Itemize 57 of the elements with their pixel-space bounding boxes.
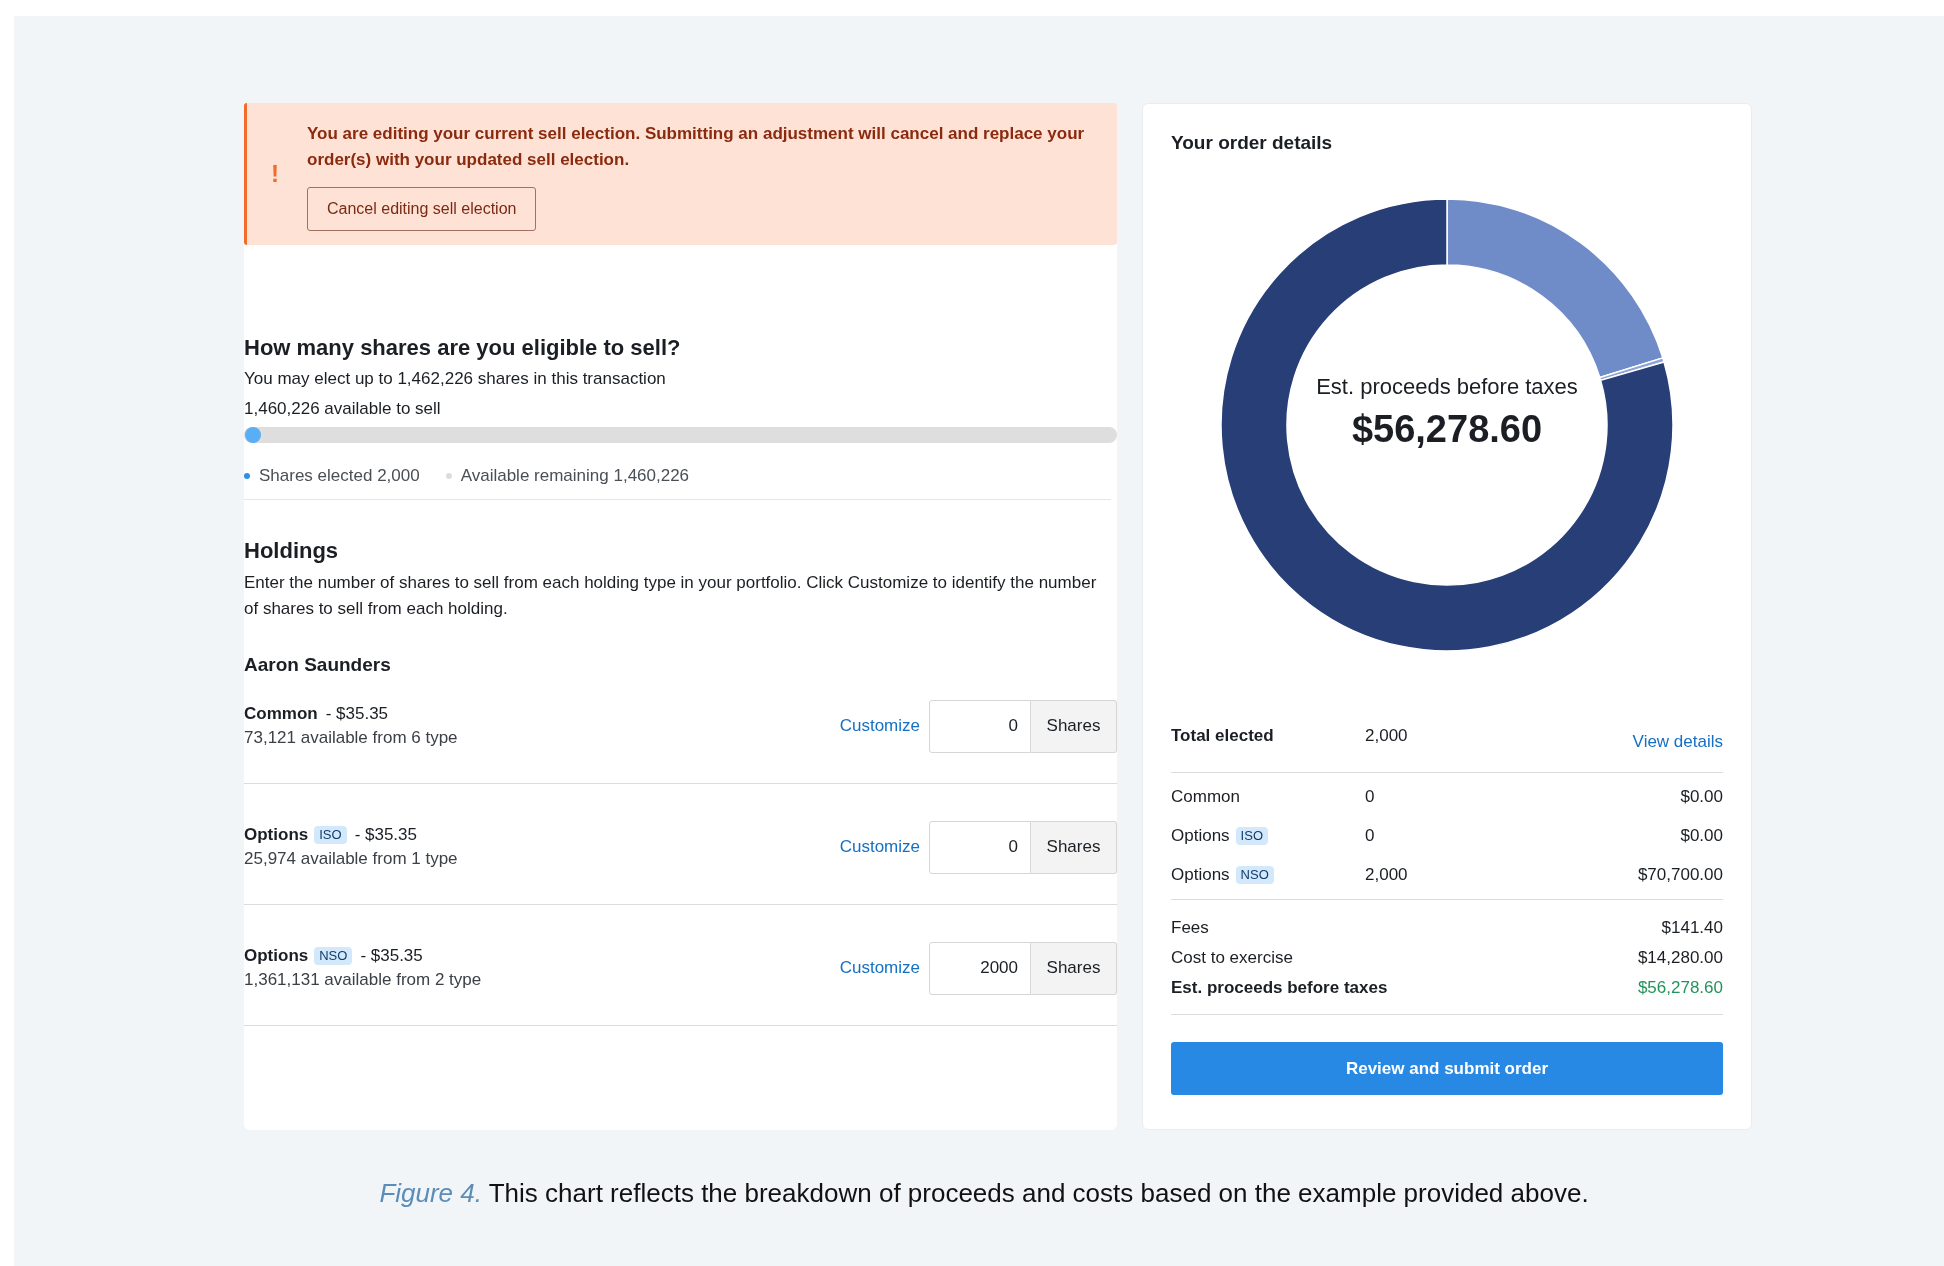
total-value: 2,000 — [1365, 725, 1409, 747]
line-label: Common — [1171, 786, 1240, 809]
holding-price: - $35.35 — [325, 703, 389, 725]
submit-button[interactable]: Review and submit order — [1171, 1042, 1723, 1095]
customize-link[interactable]: Customize — [839, 713, 920, 739]
line-label: Options — [1171, 864, 1230, 887]
unit-label: Shares — [1031, 820, 1117, 874]
owner-name: Aaron Saunders — [244, 652, 392, 677]
shares-input[interactable]: 0 — [929, 820, 1031, 874]
cancel-button[interactable]: Cancel editing sell election — [307, 187, 537, 231]
unit-label: Shares — [1031, 941, 1117, 995]
customize-link[interactable]: Customize — [839, 955, 920, 981]
line-label: Options — [1171, 825, 1230, 848]
donut-center-value: $56,278.60 — [1351, 407, 1543, 452]
donut-center-label: Est. proceeds before taxes — [1316, 373, 1578, 401]
legend-label: Available remaining 1,460,226 — [460, 465, 690, 487]
line-shares: 0 — [1365, 786, 1376, 809]
line-shares: 2,000 — [1365, 864, 1409, 887]
type-tag: ISO — [1235, 827, 1268, 845]
type-tag: NSO — [314, 947, 353, 965]
panel-title: Your order details — [1171, 131, 1334, 155]
type-tag: NSO — [1235, 866, 1274, 884]
available-text: 1,460,226 available to sell — [244, 398, 442, 420]
line-amount: $70,700.00 — [1637, 864, 1723, 887]
slider-thumb[interactable] — [245, 427, 262, 443]
summary-value: $56,278.60 — [1637, 977, 1723, 999]
shares-input[interactable]: 0 — [929, 699, 1031, 753]
section-heading: How many shares are you eligible to sell? — [244, 334, 682, 362]
holding-type: Options — [244, 945, 309, 967]
line-amount: $0.00 — [1680, 786, 1723, 809]
line-amount: $0.00 — [1680, 825, 1723, 848]
summary-label: Cost to exercise — [1171, 947, 1293, 969]
summary-label: Fees — [1171, 917, 1209, 939]
availability-text: 73,121 available from 6 type — [244, 727, 458, 749]
summary-label: Est. proceeds before taxes — [1171, 977, 1388, 999]
availability-text: 25,974 available from 1 type — [244, 848, 458, 870]
summary-value: $14,280.00 — [1637, 947, 1723, 969]
holding-price: - $35.35 — [354, 824, 417, 846]
holding-price: - $35.35 — [360, 945, 423, 967]
section-heading: Holdings — [244, 536, 340, 565]
line-shares: 0 — [1365, 825, 1376, 848]
shares-input[interactable]: 2000 — [929, 941, 1031, 995]
type-tag: ISO — [314, 826, 347, 844]
figure-caption: Figure 4. This chart reflects the breakdown of proceeds and costs based on the example provided above. — [379, 1177, 1589, 1210]
legend-label: Shares elected 2,000 — [259, 465, 420, 487]
section-description: Enter the number of shares to sell from each holding type in your portfolio. Click Customize to identify the number of shares to sell from each holding. — [244, 571, 1098, 620]
total-label: Total elected — [1171, 725, 1275, 747]
limit-text: You may elect up to 1,462,226 shares in this transaction — [244, 368, 667, 390]
view-details-link[interactable]: View details — [1632, 730, 1723, 754]
holding-type: Common — [244, 703, 318, 725]
alert-message: You are editing your current sell election. Submitting an adjustment will cancel and replace your order(s) with your updated sell election. — [307, 123, 1086, 171]
customize-link[interactable]: Customize — [839, 834, 920, 860]
holding-type: Options — [244, 824, 309, 846]
unit-label: Shares — [1031, 699, 1117, 753]
summary-value: $141.40 — [1661, 917, 1723, 939]
availability-text: 1,361,131 available from 2 type — [244, 969, 482, 991]
warning-icon: ! — [271, 156, 279, 192]
